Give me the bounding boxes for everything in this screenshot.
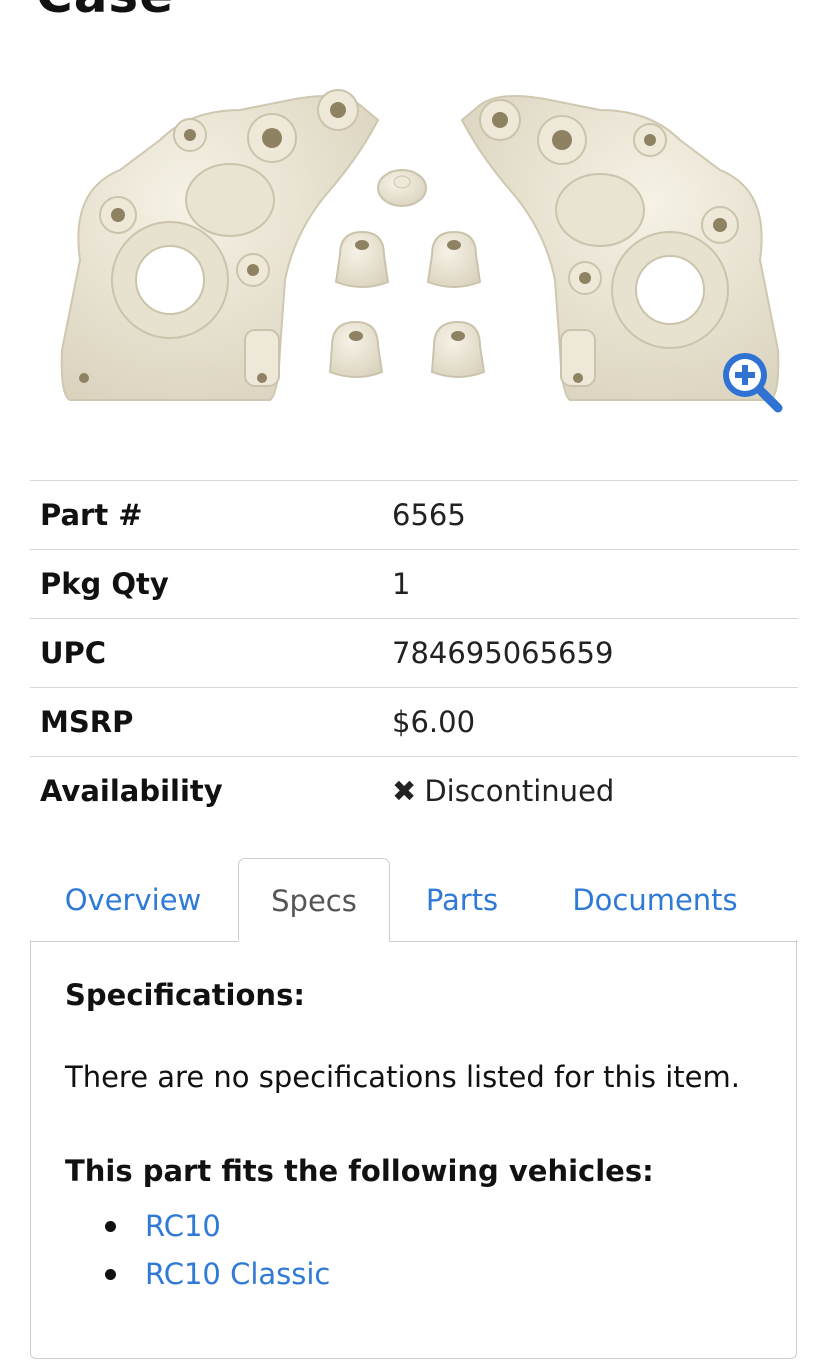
- upc-label: UPC: [40, 636, 107, 670]
- page-title: Case: [36, 0, 174, 24]
- x-icon: ✖: [392, 774, 417, 809]
- part-number-label: Part #: [40, 498, 143, 532]
- tab-overview[interactable]: Overview: [30, 858, 236, 940]
- availability-label: Availability: [40, 774, 223, 809]
- product-tabs: Overview Specs Parts Documents: [30, 858, 798, 942]
- part-number-value: 6565: [392, 498, 466, 532]
- zoom-in-icon[interactable]: [718, 348, 784, 414]
- availability-value: ✖ Discontinued: [380, 757, 798, 826]
- vehicle-link-rc10[interactable]: RC10: [145, 1209, 221, 1243]
- bullet-icon: [105, 1269, 116, 1280]
- upc-value: 784695065659: [392, 636, 614, 670]
- bullet-icon: [105, 1221, 116, 1232]
- msrp-value: $6.00: [392, 705, 476, 739]
- table-row: Part # 6565: [30, 480, 798, 550]
- pkg-qty-value: 1: [392, 567, 411, 601]
- fits-vehicles-heading: This part fits the following vehicles:: [65, 1154, 654, 1188]
- table-row: Pkg Qty 1: [30, 549, 798, 619]
- pkg-qty-label: Pkg Qty: [40, 567, 169, 601]
- vehicle-link-rc10-classic[interactable]: RC10 Classic: [145, 1257, 330, 1291]
- product-image[interactable]: [40, 60, 800, 430]
- availability-status: Discontinued: [424, 774, 615, 809]
- product-details-table: Part # 6565 Pkg Qty 1 UPC 784695065659 M…: [30, 480, 798, 826]
- list-item: RC10: [101, 1202, 330, 1250]
- no-specs-message: There are no specifications listed for t…: [65, 1060, 740, 1094]
- tab-documents[interactable]: Documents: [550, 858, 760, 940]
- specifications-heading: Specifications:: [65, 978, 305, 1012]
- msrp-label: MSRP: [40, 705, 134, 739]
- specs-panel: Specifications: There are no specificati…: [30, 940, 797, 1359]
- table-row: Availability ✖ Discontinued: [30, 756, 798, 826]
- tab-specs[interactable]: Specs: [238, 858, 390, 942]
- list-item: RC10 Classic: [101, 1250, 330, 1298]
- bushings: [328, 169, 486, 378]
- tab-parts[interactable]: Parts: [392, 858, 532, 940]
- vehicle-list: RC10 RC10 Classic: [101, 1202, 330, 1298]
- table-row: MSRP $6.00: [30, 687, 798, 757]
- table-row: UPC 784695065659: [30, 618, 798, 688]
